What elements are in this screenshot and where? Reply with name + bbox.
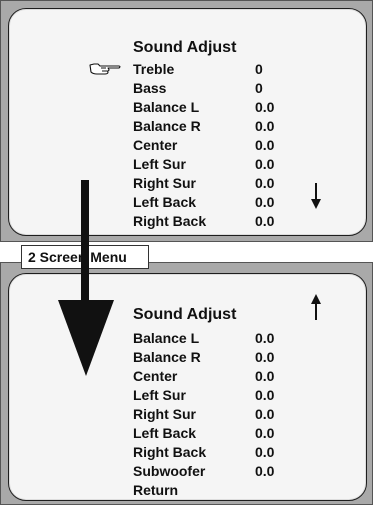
menu-item-value: 0.0 bbox=[255, 368, 275, 384]
menu-item-label: Return bbox=[133, 482, 179, 498]
up-arrow-icon bbox=[311, 294, 321, 320]
menu-item-left-sur[interactable]: Left Sur 0.0 bbox=[9, 156, 366, 175]
menu-item-right-back[interactable]: Right Back 0.0 bbox=[9, 444, 366, 463]
menu-item-value: 0.0 bbox=[255, 118, 275, 134]
menu-item-label: Right Sur bbox=[133, 406, 196, 422]
menu-item-label: Center bbox=[133, 137, 178, 153]
menu-item-label: Right Sur bbox=[133, 175, 196, 191]
menu-item-label: Balance L bbox=[133, 330, 200, 346]
menu-item-value: 0.0 bbox=[255, 99, 275, 115]
menu-item-value: 0.0 bbox=[255, 387, 275, 403]
menu-item-label: Left Back bbox=[133, 194, 197, 210]
menu-item-label: Left Sur bbox=[133, 387, 186, 403]
menu-item-value: 0.0 bbox=[255, 425, 275, 441]
menu-item-label: Balance L bbox=[133, 99, 200, 115]
menu-item-label: Balance R bbox=[133, 349, 201, 365]
menu-item-value: 0.0 bbox=[255, 213, 275, 229]
menu-item-treble[interactable]: Treble 0 bbox=[9, 61, 366, 80]
menu-item-balance-r[interactable]: Balance R 0.0 bbox=[9, 118, 366, 137]
menu-item-label: Bass bbox=[133, 80, 167, 96]
menu-item-label: Left Sur bbox=[133, 156, 186, 172]
menu-title: Sound Adjust bbox=[133, 39, 237, 56]
menu-item-center[interactable]: Center 0.0 bbox=[9, 137, 366, 156]
menu-item-label: Right Back bbox=[133, 213, 207, 229]
menu-item-bass[interactable]: Bass 0 bbox=[9, 80, 366, 99]
menu-item-value: 0.0 bbox=[255, 463, 275, 479]
menu-item-label: Subwoofer bbox=[133, 463, 206, 479]
menu-item-value: 0.0 bbox=[255, 330, 275, 346]
menu-item-subwoofer[interactable]: Subwoofer 0.0 bbox=[9, 463, 366, 482]
menu-item-left-back[interactable]: Left Back 0.0 bbox=[9, 425, 366, 444]
menu-item-balance-l[interactable]: Balance L 0.0 bbox=[9, 99, 366, 118]
menu-item-value: 0 bbox=[255, 61, 263, 77]
menu-item-return[interactable]: Return bbox=[9, 482, 366, 501]
menu-item-right-sur[interactable]: Right Sur 0.0 bbox=[9, 406, 366, 425]
menu-item-label: Treble bbox=[133, 61, 175, 77]
menu-item-value: 0.0 bbox=[255, 175, 275, 191]
menu-title: Sound Adjust bbox=[133, 306, 237, 323]
down-arrow-icon bbox=[311, 183, 321, 209]
menu-item-value: 0 bbox=[255, 80, 263, 96]
menu-item-value: 0.0 bbox=[255, 137, 275, 153]
pointing-hand-icon bbox=[89, 63, 121, 75]
menu-item-value: 0.0 bbox=[255, 444, 275, 460]
menu-item-label: Right Back bbox=[133, 444, 207, 460]
menu-item-label: Center bbox=[133, 368, 178, 384]
menu-item-label: Left Back bbox=[133, 425, 197, 441]
menu-item-value: 0.0 bbox=[255, 349, 275, 365]
menu-item-value: 0.0 bbox=[255, 406, 275, 422]
menu-item-label: Balance R bbox=[133, 118, 201, 134]
menu-item-value: 0.0 bbox=[255, 194, 275, 210]
long-down-arrow-icon bbox=[58, 180, 114, 376]
menu-item-value: 0.0 bbox=[255, 156, 275, 172]
menu-item-left-sur[interactable]: Left Sur 0.0 bbox=[9, 387, 366, 406]
